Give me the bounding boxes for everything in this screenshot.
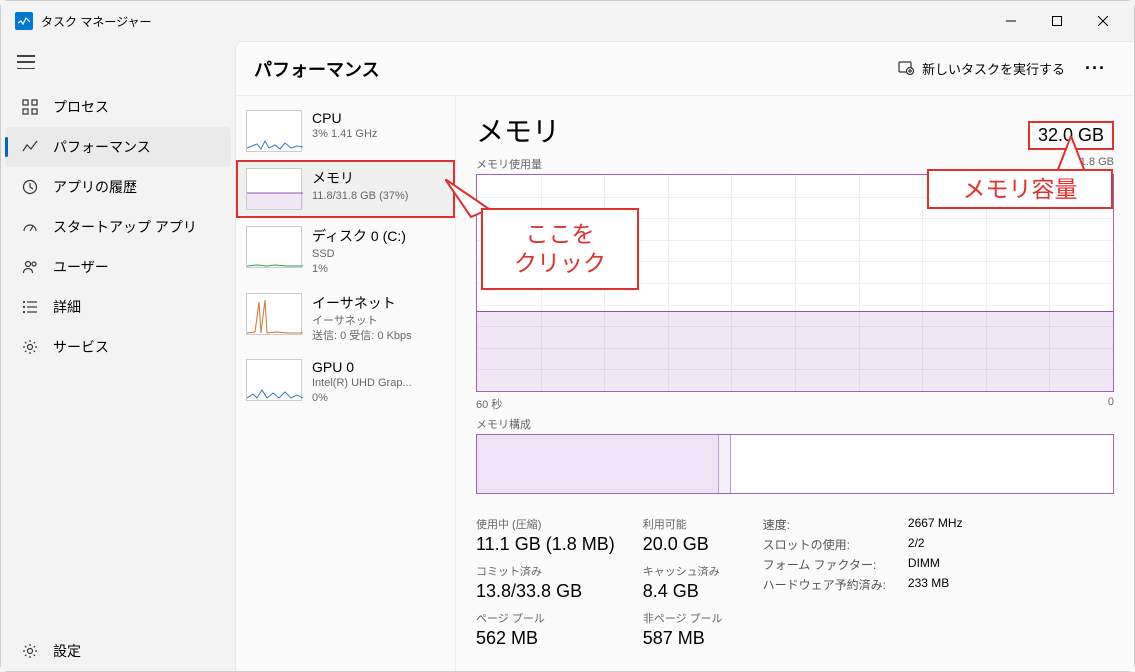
perf-item-gpu[interactable]: GPU 0 Intel(R) UHD Grap... 0% xyxy=(236,351,455,414)
paged-value: 562 MB xyxy=(476,628,615,649)
in-use-label: 使用中 (圧縮) xyxy=(476,516,615,532)
nav-label: サービス xyxy=(53,337,109,357)
hw-label: ハードウェア予約済み: xyxy=(763,576,886,593)
memory-fill xyxy=(477,311,1113,391)
stats: 使用中 (圧縮) 11.1 GB (1.8 MB) 利用可能 20.0 GB コ… xyxy=(476,516,1114,649)
history-icon xyxy=(21,178,39,196)
perf-sub2: 送信: 0 受信: 0 Kbps xyxy=(312,329,445,343)
nav-label: アプリの履歴 xyxy=(53,177,137,197)
composition-label: メモリ構成 xyxy=(476,416,1114,432)
perf-sub: Intel(R) UHD Grap... xyxy=(312,376,445,390)
detail-pane: メモリ 32.0 GB メモリ使用量 31.8 GB xyxy=(456,96,1134,671)
memory-usage-chart[interactable] xyxy=(476,174,1114,392)
window-controls xyxy=(988,1,1126,41)
users-icon xyxy=(21,258,39,276)
perf-item-disk[interactable]: ディスク 0 (C:) SSD 1% xyxy=(236,218,455,285)
nav-startup[interactable]: スタートアップ アプリ xyxy=(5,207,231,247)
comp-segment-used xyxy=(477,435,719,493)
cached-label: キャッシュ済み xyxy=(643,563,723,579)
new-task-button[interactable]: 新しいタスクを実行する xyxy=(888,53,1075,84)
detail-title: メモリ xyxy=(476,110,1028,150)
cached-value: 8.4 GB xyxy=(643,581,723,602)
time-axis-right: 0 xyxy=(1108,396,1114,412)
paged-label: ページ プール xyxy=(476,610,615,626)
maximize-button[interactable] xyxy=(1034,1,1080,41)
usage-label: メモリ使用量 xyxy=(476,156,1074,172)
perf-sub2: 1% xyxy=(312,262,445,276)
slots-label: スロットの使用: xyxy=(763,536,886,553)
slots-value: 2/2 xyxy=(908,536,963,553)
gpu-thumb xyxy=(246,359,302,401)
nav-details[interactable]: 詳細 xyxy=(5,287,231,327)
speed-value: 2667 MHz xyxy=(908,516,963,533)
form-label: フォーム ファクター: xyxy=(763,556,886,573)
nonpaged-label: 非ページ プール xyxy=(643,610,723,626)
cpu-thumb xyxy=(246,110,302,152)
settings-icon xyxy=(21,642,39,660)
perf-sub: 11.8/31.8 GB (37%) xyxy=(312,189,445,203)
perf-title: ディスク 0 (C:) xyxy=(312,226,445,246)
gear-icon xyxy=(21,338,39,356)
time-axis-left: 60 秒 xyxy=(476,396,1108,412)
app-title: タスク マネージャー xyxy=(41,13,988,30)
hw-value: 233 MB xyxy=(908,576,963,593)
nav-label: 設定 xyxy=(53,641,81,661)
nav-performance[interactable]: パフォーマンス xyxy=(5,127,231,167)
perf-title: メモリ xyxy=(312,168,445,188)
perf-item-ethernet[interactable]: イーサネット イーサネット 送信: 0 受信: 0 Kbps xyxy=(236,285,455,352)
nonpaged-value: 587 MB xyxy=(643,628,723,649)
perf-item-cpu[interactable]: CPU 3% 1.41 GHz xyxy=(236,102,455,160)
new-task-icon xyxy=(898,59,914,78)
perf-title: GPU 0 xyxy=(312,359,445,375)
perf-sub: 3% 1.41 GHz xyxy=(312,127,445,141)
content-header: パフォーマンス 新しいタスクを実行する ··· xyxy=(236,42,1134,96)
comp-segment-modified xyxy=(719,435,732,493)
grid-icon xyxy=(21,98,39,116)
available-value: 20.0 GB xyxy=(643,534,723,555)
list-icon xyxy=(21,298,39,316)
nav-label: ユーザー xyxy=(53,257,109,277)
disk-thumb xyxy=(246,226,302,268)
nav-label: パフォーマンス xyxy=(53,137,151,157)
content-area: パフォーマンス 新しいタスクを実行する ··· CPU 3% 1.41 G xyxy=(235,41,1134,671)
form-value: DIMM xyxy=(908,556,963,573)
total-memory: 32.0 GB xyxy=(1028,121,1114,150)
more-button[interactable]: ··· xyxy=(1075,52,1116,85)
memory-thumb xyxy=(246,168,302,210)
sidebar: プロセス パフォーマンス アプリの履歴 スタートアップ アプリ ユーザー xyxy=(1,41,235,671)
nav-services[interactable]: サービス xyxy=(5,327,231,367)
perf-sub: イーサネット xyxy=(312,314,445,328)
nav-label: スタートアップ アプリ xyxy=(53,217,197,237)
speed-icon xyxy=(21,218,39,236)
nav-users[interactable]: ユーザー xyxy=(5,247,231,287)
hamburger-icon[interactable] xyxy=(17,55,35,69)
nav-app-history[interactable]: アプリの履歴 xyxy=(5,167,231,207)
in-use-value: 11.1 GB (1.8 MB) xyxy=(476,534,615,555)
page-title: パフォーマンス xyxy=(254,56,888,82)
nav-settings[interactable]: 設定 xyxy=(5,631,231,671)
perf-title: CPU xyxy=(312,110,445,126)
committed-label: コミット済み xyxy=(476,563,615,579)
max-label: 31.8 GB xyxy=(1074,156,1114,172)
nav-label: 詳細 xyxy=(53,297,81,317)
committed-value: 13.8/33.8 GB xyxy=(476,581,615,602)
title-bar: タスク マネージャー xyxy=(1,1,1134,41)
available-label: 利用可能 xyxy=(643,516,723,532)
nav-processes[interactable]: プロセス xyxy=(5,87,231,127)
nav-label: プロセス xyxy=(53,97,109,117)
perf-list: CPU 3% 1.41 GHz メモリ 11.8/31.8 GB (37%) xyxy=(236,96,456,671)
perf-item-memory[interactable]: メモリ 11.8/31.8 GB (37%) xyxy=(236,160,455,218)
perf-sub2: 0% xyxy=(312,391,445,405)
memory-composition-chart[interactable] xyxy=(476,434,1114,494)
new-task-label: 新しいタスクを実行する xyxy=(922,59,1065,78)
perf-sub: SSD xyxy=(312,247,445,261)
close-button[interactable] xyxy=(1080,1,1126,41)
speed-label: 速度: xyxy=(763,516,886,533)
app-icon xyxy=(15,12,33,30)
ethernet-thumb xyxy=(246,293,302,335)
chart-icon xyxy=(21,138,39,156)
minimize-button[interactable] xyxy=(988,1,1034,41)
perf-title: イーサネット xyxy=(312,293,445,313)
